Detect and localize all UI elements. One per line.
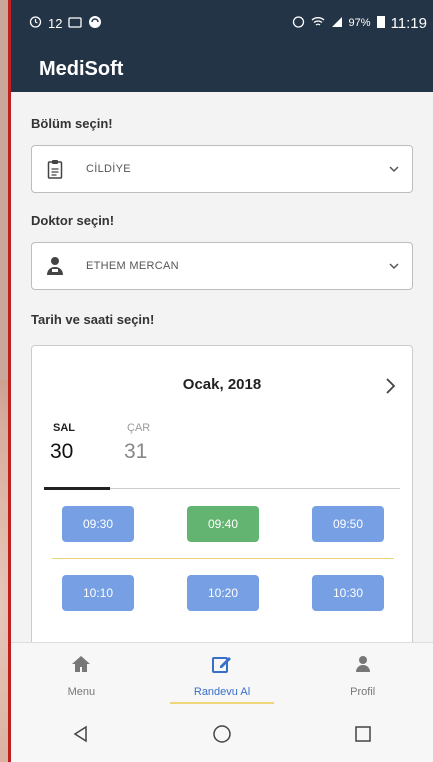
nav-menu-label: Menu [67, 686, 96, 698]
day-date: 31 [124, 440, 148, 463]
status-small-text: 12 [48, 15, 63, 31]
app-bar: MediSoft [11, 46, 433, 92]
appointment-form: Bölüm seçin! CİLDİYE Doktor seçin! ETHEM… [11, 92, 433, 652]
system-navigation [11, 710, 433, 762]
time-slots: 09:30 09:40 09:50 10:10 10:20 10:30 [52, 506, 394, 611]
time-slot[interactable]: 10:30 [312, 575, 384, 611]
back-icon[interactable] [72, 725, 90, 748]
doctor-select[interactable]: ETHEM MERCAN [31, 242, 413, 290]
status-left: 12 [29, 15, 102, 32]
battery-percent: 97% [348, 17, 371, 29]
screenshot-icon [68, 16, 83, 31]
calendar-month: Ocak, 2018 [182, 376, 262, 393]
day-name: ÇAR [127, 422, 151, 434]
signal-icon [331, 16, 343, 31]
doctor-label: Doktor seçin! [31, 213, 115, 228]
active-nav-indicator [169, 702, 275, 704]
nav-menu[interactable]: Menu [11, 643, 152, 710]
home-circle-icon[interactable] [212, 724, 232, 749]
nav-profile-label: Profil [350, 686, 376, 698]
time-slot[interactable]: 10:20 [187, 575, 259, 611]
wifi-icon [311, 16, 325, 31]
edit-icon [212, 655, 232, 676]
user-icon [355, 655, 371, 676]
slot-row: 09:30 09:40 09:50 [62, 506, 384, 542]
alarm-clock-icon [292, 15, 305, 31]
slot-row: 10:10 10:20 10:30 [62, 575, 384, 611]
clock: 11:19 [390, 14, 427, 32]
doctor-value: ETHEM MERCAN [86, 260, 179, 272]
chevron-right-icon[interactable] [380, 374, 400, 398]
phone-screen: 12 97% 11:19 MediSoft Bölüm seçin! CİLDİ… [8, 0, 433, 762]
department-label: Bölüm seçin! [31, 116, 113, 131]
department-select[interactable]: CİLDİYE [31, 145, 413, 193]
nav-profile[interactable]: Profil [292, 643, 433, 710]
chevron-down-icon [388, 260, 400, 272]
time-slot[interactable]: 10:10 [62, 575, 134, 611]
status-bar: 12 97% 11:19 [11, 0, 433, 46]
battery-icon [376, 15, 385, 31]
active-tab-indicator [44, 487, 110, 490]
bottom-navigation: Menu Randevu Al Profil [11, 642, 433, 710]
nav-appointment[interactable]: Randevu Al [152, 643, 293, 710]
department-value: CİLDİYE [86, 163, 131, 175]
time-slot[interactable]: 09:30 [62, 506, 134, 542]
time-slot-selected[interactable]: 09:40 [187, 506, 259, 542]
slot-divider [52, 558, 394, 559]
home-icon [71, 655, 91, 676]
status-right: 97% 11:19 [292, 15, 427, 32]
day-tab-tuesday[interactable]: SAL 30 [50, 422, 98, 464]
recents-icon[interactable] [354, 725, 372, 748]
day-tab-wednesday[interactable]: ÇAR 31 [124, 422, 172, 464]
app-title: MediSoft [39, 57, 124, 80]
day-date: 30 [50, 440, 74, 463]
sync-icon [88, 15, 102, 32]
doctor-icon [44, 255, 66, 277]
datetime-label: Tarih ve saati seçin! [31, 312, 155, 327]
nav-appointment-label: Randevu Al [193, 686, 251, 698]
day-tabs: SAL 30 ÇAR 31 [50, 422, 172, 464]
time-slot[interactable]: 09:50 [312, 506, 384, 542]
alarm-icon [29, 15, 42, 31]
date-time-picker: Ocak, 2018 SAL 30 ÇAR 31 09:30 09:40 09:… [31, 345, 413, 645]
day-name: SAL [53, 422, 75, 434]
chevron-down-icon [388, 163, 400, 175]
clipboard-icon [44, 158, 66, 180]
